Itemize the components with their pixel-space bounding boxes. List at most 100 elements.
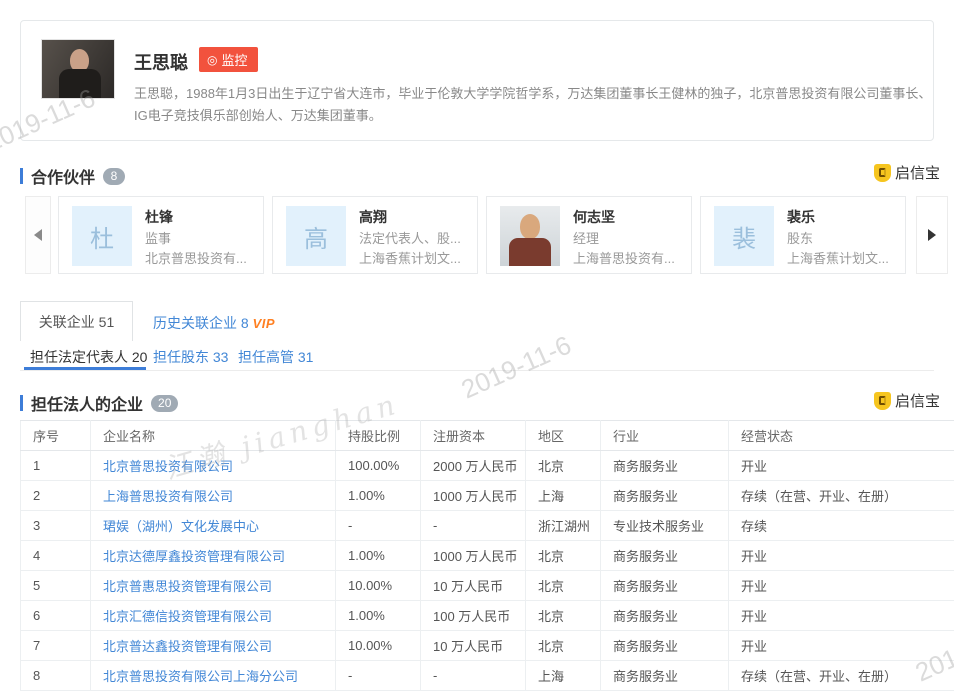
cell-company: 北京普达鑫投资管理有限公司 [91,631,336,661]
col-industry: 行业 [601,421,729,451]
brand-shield-icon [874,392,891,410]
cell-capital: 1000 万人民币 [421,481,526,511]
partner-card[interactable]: 杜 杜锋 监事 北京普思投资有... [58,196,264,274]
cell-region: 北京 [526,601,601,631]
cell-status: 开业 [729,571,954,601]
company-link[interactable]: 上海普思投资有限公司 [103,489,233,504]
col-region: 地区 [526,421,601,451]
carousel-next-button[interactable] [916,196,948,274]
partner-company: 上海普思投资有... [573,248,675,267]
cell-capital: 10 万人民币 [421,571,526,601]
partner-company: 上海香蕉计划文... [787,248,889,267]
cell-industry: 商务服务业 [601,451,729,481]
cell-status: 存续（在营、开业、在册） [729,661,954,691]
subtab-legal-representative[interactable]: 担任法定代表人 20 [30,347,147,367]
company-link[interactable]: 北京普达鑫投资管理有限公司 [103,639,272,654]
tab-related-companies[interactable]: 关联企业 51 [20,301,133,341]
company-link[interactable]: 北京普思投资有限公司 [103,459,233,474]
tab-related-label: 关联企业 51 [39,312,114,332]
profile-card: 王思聪 ◎ 监控 王思聪，1988年1月3日出生于辽宁省大连市，毕业于伦敦大学学… [20,20,934,141]
cell-status: 存续（在营、开业、在册） [729,481,954,511]
partner-card[interactable]: 裴 裴乐 股东 上海香蕉计划文... [700,196,906,274]
legal-person-companies-table: 序号 企业名称 持股比例 注册资本 地区 行业 经营状态 1 北京普思投资有限公… [20,420,954,691]
person-name: 王思聪 [134,49,188,75]
cell-industry: 商务服务业 [601,631,729,661]
avatar-torso-shape [509,238,551,266]
col-company-name: 企业名称 [91,421,336,451]
cell-status: 存续 [729,511,954,541]
cell-industry: 商务服务业 [601,541,729,571]
brand-shield-icon [874,164,891,182]
cell-index: 5 [21,571,91,601]
partner-avatar: 杜 [72,206,132,266]
cell-status: 开业 [729,631,954,661]
table-row: 6 北京汇德信投资管理有限公司 1.00% 100 万人民币 北京 商务服务业 … [21,601,954,631]
col-status: 经营状态 [729,421,954,451]
partner-name: 杜锋 [145,207,173,227]
company-link[interactable]: 北京普思投资有限公司上海分公司 [103,669,298,684]
partner-role: 股东 [787,228,813,247]
col-share-ratio: 持股比例 [336,421,421,451]
avatar-head-shape [520,214,540,239]
table-row: 1 北京普思投资有限公司 100.00% 2000 万人民币 北京 商务服务业 … [21,451,954,481]
partners-section-title: 合作伙伴 8 [20,164,125,188]
partner-name: 何志坚 [573,207,615,227]
partner-name: 高翔 [359,207,387,227]
partner-company: 上海香蕉计划文... [359,248,461,267]
partner-card[interactable]: 高 高翔 法定代表人、股... 上海香蕉计划文... [272,196,478,274]
cell-status: 开业 [729,541,954,571]
table-count-badge: 20 [151,395,178,412]
col-index: 序号 [21,421,91,451]
carousel-prev-button[interactable] [25,196,51,274]
chevron-left-icon [34,229,42,241]
cell-index: 8 [21,661,91,691]
table-row: 3 珺娱（湖州）文化发展中心 - - 浙江湖州 专业技术服务业 存续 [21,511,954,541]
cell-region: 上海 [526,481,601,511]
company-link[interactable]: 北京达德厚鑫投资管理有限公司 [103,549,285,564]
table-title-text: 担任法人的企业 [31,391,143,415]
cell-industry: 商务服务业 [601,601,729,631]
monitor-label: 监控 [221,50,247,69]
partner-card[interactable]: 何志坚 经理 上海普思投资有... [486,196,692,274]
cell-index: 2 [21,481,91,511]
person-description: 王思聪，1988年1月3日出生于辽宁省大连市，毕业于伦敦大学学院哲学系，万达集团… [134,83,934,127]
brand-logo: 启信宝 [874,390,940,411]
table-row: 2 上海普思投资有限公司 1.00% 1000 万人民币 上海 商务服务业 存续… [21,481,954,511]
chevron-right-icon [928,229,936,241]
partner-avatar-photo [500,206,560,266]
cell-industry: 商务服务业 [601,661,729,691]
partner-role: 监事 [145,228,171,247]
table-row: 4 北京达德厚鑫投资管理有限公司 1.00% 1000 万人民币 北京 商务服务… [21,541,954,571]
cell-industry: 商务服务业 [601,571,729,601]
subtab-executive[interactable]: 担任高管 31 [238,347,313,367]
cell-capital: 2000 万人民币 [421,451,526,481]
cell-capital: 10 万人民币 [421,631,526,661]
table-row: 7 北京普达鑫投资管理有限公司 10.00% 10 万人民币 北京 商务服务业 … [21,631,954,661]
cell-share-ratio: 10.00% [336,571,421,601]
table-header-row: 序号 企业名称 持股比例 注册资本 地区 行业 经营状态 [21,421,954,451]
partner-company: 北京普思投资有... [145,248,247,267]
partner-role: 法定代表人、股... [359,228,461,247]
brand-logo: 启信宝 [874,162,940,183]
company-link[interactable]: 北京普惠思投资管理有限公司 [103,579,272,594]
cell-company: 珺娱（湖州）文化发展中心 [91,511,336,541]
cell-index: 3 [21,511,91,541]
tab-history-companies[interactable]: 历史关联企业 8 VIP [153,313,275,333]
table-section-title: 担任法人的企业 20 [20,391,178,415]
subtab-divider-line [20,370,934,371]
table-row: 8 北京普思投资有限公司上海分公司 - - 上海 商务服务业 存续（在营、开业、… [21,661,954,691]
cell-capital: 1000 万人民币 [421,541,526,571]
cell-industry: 专业技术服务业 [601,511,729,541]
monitor-icon: ◎ [207,54,217,66]
cell-company: 北京普思投资有限公司上海分公司 [91,661,336,691]
cell-company: 上海普思投资有限公司 [91,481,336,511]
monitor-button[interactable]: ◎ 监控 [199,47,258,72]
cell-company: 北京汇德信投资管理有限公司 [91,601,336,631]
partners-count-badge: 8 [103,168,125,185]
partners-title-text: 合作伙伴 [31,164,95,188]
company-link[interactable]: 珺娱（湖州）文化发展中心 [103,519,259,534]
photo-torso-shape [59,69,101,99]
subtab-shareholder[interactable]: 担任股东 33 [153,347,228,367]
cell-capital: - [421,511,526,541]
company-link[interactable]: 北京汇德信投资管理有限公司 [103,609,272,624]
